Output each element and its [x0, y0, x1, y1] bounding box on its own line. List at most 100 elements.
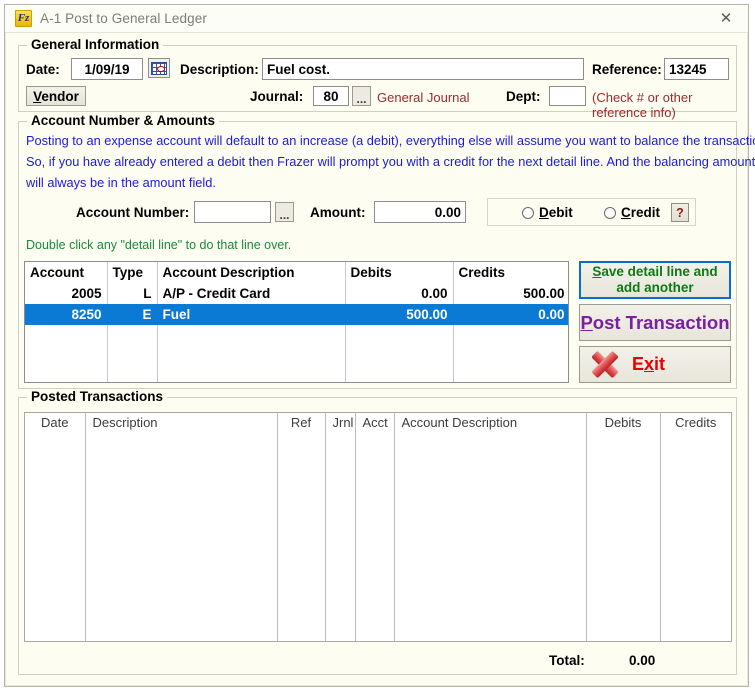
detail-cell-credits: 500.00	[453, 283, 568, 304]
reference-label: Reference:	[592, 62, 662, 77]
detail-grid-hint: Double click any "detail line" to do tha…	[26, 238, 292, 252]
empty-cell	[586, 438, 661, 641]
help-button[interactable]: ?	[671, 203, 689, 222]
exit-button[interactable]: Exit	[579, 346, 731, 383]
empty-cell	[85, 438, 278, 641]
date-input[interactable]: 1/09/19	[71, 58, 143, 80]
post-to-general-ledger-window: Fz A-1 Post to General Ledger ✕ General …	[4, 4, 755, 687]
post-transaction-button[interactable]: Post Transaction	[579, 304, 731, 341]
total-label: Total:	[549, 653, 585, 668]
vendor-button-label: Vendor	[33, 88, 79, 104]
posted-col-date: Date	[25, 413, 86, 438]
window-title: A-1 Post to General Ledger	[40, 11, 207, 26]
description-label: Description:	[180, 62, 259, 77]
empty-cell	[107, 325, 158, 347]
empty-cell	[25, 325, 108, 347]
debit-credit-panel: Debit Credit ?	[487, 198, 696, 226]
empty-cell	[25, 369, 108, 382]
posted-col-description: Description	[85, 413, 278, 438]
detail-col-type: Type	[107, 262, 158, 283]
empty-cell	[345, 325, 454, 347]
debit-radio[interactable]: Debit	[522, 205, 573, 220]
journal-input[interactable]: 80	[313, 86, 349, 106]
reference-input[interactable]: 13245	[664, 58, 729, 80]
empty-cell	[107, 347, 158, 369]
empty-cell	[453, 347, 568, 369]
empty-cell	[394, 438, 587, 641]
empty-cell	[660, 438, 731, 641]
calendar-highlight	[157, 66, 165, 72]
detail-cell-debits: 500.00	[345, 304, 454, 325]
posted-col-account-description: Account Description	[394, 413, 587, 438]
detail-grid-table: Account Type Account Description Debits …	[25, 262, 568, 382]
detail-col-description: Account Description	[157, 262, 346, 283]
account-browse-button[interactable]: ...	[275, 202, 294, 222]
save-detail-line-button[interactable]: Save detail line and add another	[579, 261, 731, 299]
detail-cell-account: 8250	[25, 304, 108, 325]
empty-cell	[453, 369, 568, 382]
account-number-input[interactable]	[194, 201, 271, 223]
account-amounts-group: Account Number & Amounts Posting to an e…	[18, 113, 755, 389]
posted-transactions-legend: Posted Transactions	[27, 389, 168, 404]
empty-cell	[453, 325, 568, 347]
info-line-3: will always be in the amount field.	[26, 175, 216, 190]
dept-label: Dept:	[506, 89, 541, 104]
empty-cell	[325, 438, 356, 641]
empty-cell	[25, 347, 108, 369]
post-transaction-label: Post Transaction	[580, 311, 730, 333]
journal-name-text: General Journal	[377, 90, 470, 105]
title-bar: Fz A-1 Post to General Ledger ✕	[5, 5, 748, 33]
table-row-empty[interactable]	[25, 369, 568, 382]
posted-transactions-group: Posted Transactions Date Description Ref…	[18, 389, 737, 675]
exit-label: Exit	[632, 354, 666, 374]
date-label: Date:	[26, 62, 60, 77]
posted-col-acct: Acct	[355, 413, 395, 438]
detail-header-row: Account Type Account Description Debits …	[25, 262, 568, 283]
table-row-empty[interactable]	[25, 347, 568, 369]
account-number-label: Account Number:	[76, 205, 190, 220]
vendor-button[interactable]: Vendor	[26, 86, 86, 106]
journal-label: Journal:	[250, 89, 304, 104]
empty-cell	[157, 325, 346, 347]
table-row-empty[interactable]	[25, 325, 568, 347]
posted-col-credits: Credits	[675, 415, 717, 430]
info-line-2: So, if you have already entered a debit …	[26, 154, 755, 169]
dept-input[interactable]	[549, 86, 586, 106]
posted-col-debits: Debits	[586, 413, 661, 438]
account-amounts-legend: Account Number & Amounts	[27, 113, 220, 128]
table-row[interactable]: 2005 L A/P - Credit Card 0.00 500.00	[25, 283, 568, 304]
detail-cell-debits: 0.00	[345, 283, 454, 304]
detail-col-credits: Credits	[453, 262, 568, 283]
detail-cell-account: 2005	[25, 283, 108, 304]
posted-col-jrnl: Jrnl	[325, 413, 356, 438]
posted-col-ref: Ref	[277, 413, 326, 438]
empty-cell	[277, 438, 326, 641]
posted-transactions-table[interactable]: Date Description Ref Jrnl Acct Account D…	[24, 412, 732, 642]
description-input[interactable]: Fuel cost.	[262, 58, 584, 80]
posted-transactions-grid: Date Description Ref Jrnl Acct Account D…	[25, 413, 731, 641]
empty-cell	[25, 438, 86, 641]
debit-radio-circle	[522, 207, 534, 219]
reference-hint-text: (Check # or other reference info)	[592, 90, 693, 120]
general-information-group: General Information Date: 1/09/19 Descri…	[18, 37, 737, 120]
journal-browse-button[interactable]: ...	[352, 86, 371, 106]
amount-label: Amount:	[310, 205, 366, 220]
empty-cell	[355, 438, 395, 641]
debit-label: Debit	[539, 205, 573, 220]
posted-empty-body-row	[25, 438, 731, 641]
table-row[interactable]: 8250 E Fuel 500.00 0.00	[25, 304, 568, 325]
empty-cell	[345, 369, 454, 382]
info-line-1: Posting to an expense account will defau…	[26, 133, 755, 148]
frazer-logo-icon: Fz	[15, 10, 32, 27]
close-icon[interactable]: ✕	[704, 5, 748, 31]
detail-cell-type: E	[107, 304, 158, 325]
app-icon-text: Fz	[17, 12, 30, 24]
detail-cell-description: A/P - Credit Card	[157, 283, 346, 304]
detail-grid[interactable]: Account Type Account Description Debits …	[24, 261, 569, 383]
credit-radio[interactable]: Credit	[604, 205, 660, 220]
calendar-icon[interactable]	[148, 58, 170, 78]
general-information-legend: General Information	[27, 37, 164, 52]
red-x-icon	[590, 350, 620, 379]
amount-input[interactable]: 0.00	[374, 201, 466, 223]
detail-cell-type: L	[107, 283, 158, 304]
